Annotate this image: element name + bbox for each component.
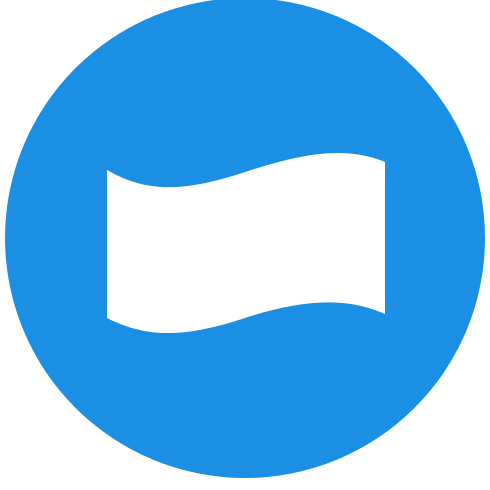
app-icon: [0, 0, 490, 490]
flag-icon: [5, 0, 485, 478]
